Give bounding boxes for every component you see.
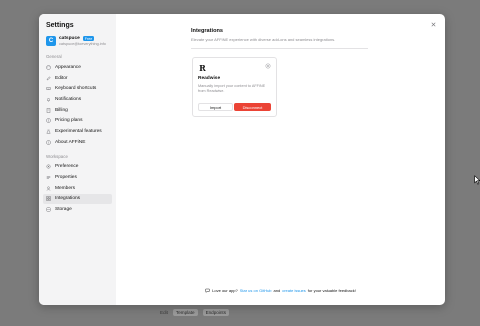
plan-badge: Free [82, 36, 95, 41]
sidebar-item-label: Experimental features [55, 128, 102, 134]
sidebar-item-about[interactable]: About AFFiNE [43, 137, 112, 148]
bell-icon [46, 97, 51, 102]
footer-prefix: Love our app? [212, 288, 238, 293]
mouse-cursor-icon [474, 175, 480, 185]
backdrop-template-pill: Template [172, 308, 198, 316]
sidebar-item-label: About AFFiNE [55, 139, 86, 145]
sidebar-item-label: Billing [55, 107, 68, 113]
readwise-logo: R [199, 62, 206, 73]
avatar: C [46, 36, 56, 46]
backdrop-label: Edit [160, 309, 168, 315]
members-icon [46, 186, 51, 191]
flask-icon [46, 129, 51, 134]
footer-suffix: for your valuable feedback! [307, 288, 356, 293]
sidebar-item-integrations[interactable]: Integrations [43, 193, 112, 205]
keyboard-icon [46, 86, 51, 91]
sidebar-item-label: Appearance [55, 64, 81, 70]
sidebar-item-label: Editor [55, 75, 68, 81]
sidebar-item-editor[interactable]: Editor [43, 73, 112, 84]
integrations-icon [46, 196, 51, 202]
footer-and: and [273, 288, 281, 293]
info-icon [46, 139, 51, 145]
sidebar-item-properties[interactable]: Properties [43, 172, 112, 183]
sidebar-item-label: Pricing plans [55, 118, 83, 124]
sidebar-item-pricing-plans[interactable]: Pricing plans [43, 115, 112, 126]
integration-name: Readwise [198, 76, 221, 81]
account-card[interactable]: C catspuce Free catspuce@toeverything.in… [46, 36, 112, 46]
gear-icon[interactable] [265, 63, 271, 69]
account-email: catspuce@toeverything.info [59, 42, 106, 46]
properties-icon [46, 175, 51, 180]
feedback-footer: Love our app? Star us on GitHub and crea… [116, 288, 445, 293]
sidebar-item-label: Notifications [55, 96, 82, 102]
account-name: catspuce [59, 36, 80, 41]
close-button[interactable] [430, 21, 437, 28]
general-nav: Appearance Editor Keyboard shortcuts Not… [43, 62, 112, 148]
sidebar-item-label: Members [55, 185, 75, 191]
divider [191, 48, 368, 49]
workspace-section-label: Workspace [46, 153, 68, 159]
disconnect-button[interactable]: Disconnect [234, 103, 271, 111]
settings-modal: Settings C catspuce Free catspuce@toever… [39, 14, 445, 305]
backdrop-endpoints-pill: Endpoints [202, 308, 229, 316]
import-button[interactable]: Import [198, 103, 233, 111]
integrations-header: Integrations Elevate your AFFiNE experie… [191, 28, 368, 49]
storage-icon [46, 207, 51, 212]
settings-content: Integrations Elevate your AFFiNE experie… [116, 14, 445, 305]
github-star-link[interactable]: Star us on GitHub [240, 288, 272, 293]
create-issues-link[interactable]: create issues [282, 288, 306, 293]
preference-icon [46, 164, 51, 169]
sidebar-item-label: Keyboard shortcuts [55, 86, 97, 92]
page-title: Integrations [191, 28, 224, 34]
receipt-icon [46, 107, 51, 113]
sidebar-item-label: Integrations [55, 196, 81, 202]
sidebar-item-notifications[interactable]: Notifications [43, 94, 112, 105]
sidebar-item-billing[interactable]: Billing [43, 105, 112, 116]
pen-icon [46, 75, 51, 81]
workspace-nav: Preference Properties Members Integratio… [43, 162, 112, 215]
sidebar-item-label: Properties [55, 175, 77, 181]
sidebar-item-appearance[interactable]: Appearance [43, 62, 112, 73]
sidebar-item-members[interactable]: Members [43, 183, 112, 194]
sidebar-item-label: Storage [55, 207, 72, 213]
pricing-icon [46, 118, 51, 124]
sidebar-item-experimental-features[interactable]: Experimental features [43, 126, 112, 137]
backdrop-toolbar: Edit Template Endpoints [160, 306, 229, 318]
settings-sidebar: Settings C catspuce Free catspuce@toever… [39, 14, 116, 305]
palette-icon [46, 65, 51, 70]
sidebar-item-label: Preference [55, 164, 79, 170]
page-description: Elevate your AFFiNE experience with dive… [191, 37, 336, 42]
readwise-integration-card: R Readwise Manually import your content … [192, 57, 277, 117]
chat-icon [205, 288, 210, 293]
sidebar-item-storage[interactable]: Storage [43, 204, 112, 215]
close-icon [431, 22, 436, 27]
integration-description: Manually import your content to AFFiNE f… [198, 84, 266, 93]
general-section-label: General [46, 54, 62, 59]
sidebar-item-keyboard-shortcuts[interactable]: Keyboard shortcuts [43, 83, 112, 94]
sidebar-item-preference[interactable]: Preference [43, 162, 112, 173]
modal-title: Settings [46, 22, 74, 29]
